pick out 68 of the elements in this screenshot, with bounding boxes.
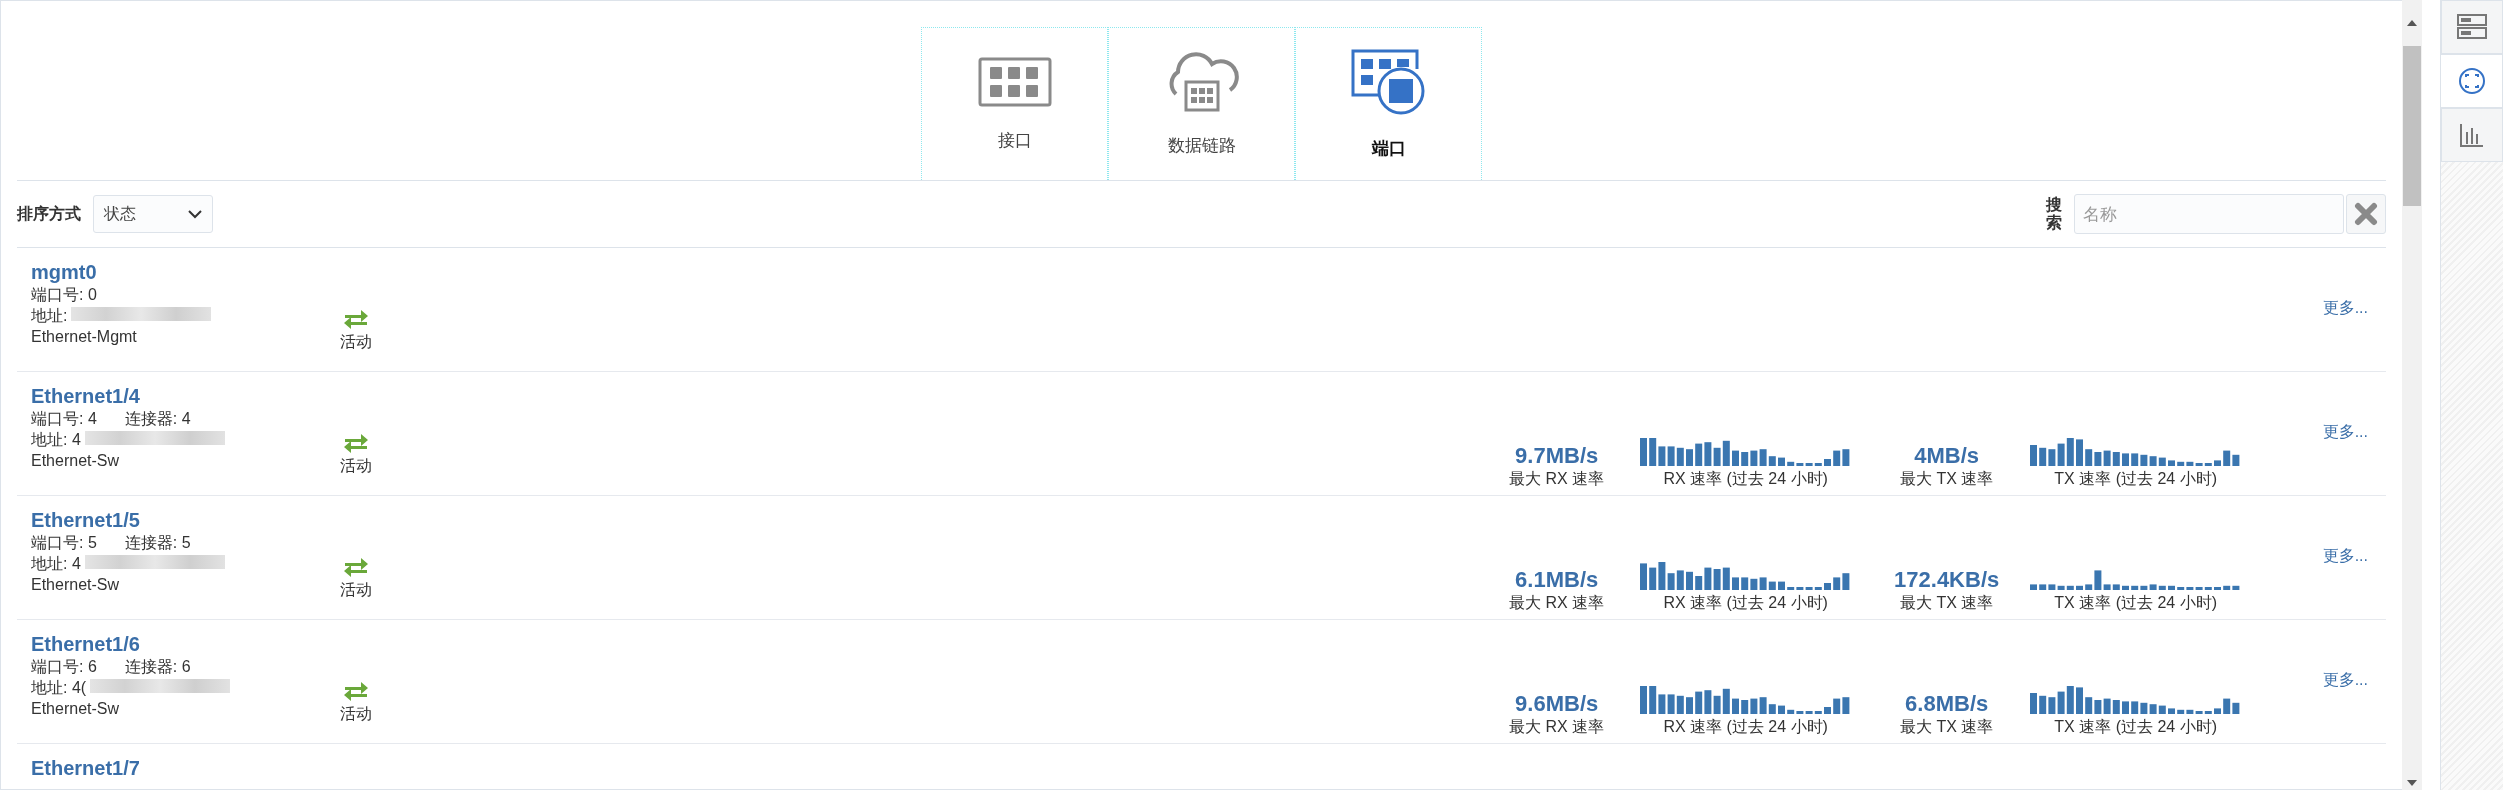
- max-tx-value: 6.8MB/s: [1905, 691, 1989, 717]
- max-tx-label: 最大 TX 速率: [1900, 717, 1994, 737]
- rx-chart-label: RX 速率 (过去 24 小时): [1663, 717, 1828, 737]
- status-text: 活动: [340, 580, 372, 600]
- more-link[interactable]: 更多...: [2322, 546, 2368, 567]
- port-name-link[interactable]: Ethernet1/5: [31, 508, 326, 532]
- rx-chart-label: RX 速率 (过去 24 小时): [1663, 469, 1828, 489]
- server-icon: [2457, 14, 2487, 40]
- grid-icon: [977, 56, 1052, 107]
- max-tx-label: 最大 TX 速率: [1900, 469, 1994, 489]
- address-label: 地址: 4: [31, 553, 225, 574]
- connector-number: 连接器: 4: [124, 409, 191, 429]
- port-type: Ethernet-Sw: [31, 575, 121, 595]
- max-tx-value: 4MB/s: [1914, 443, 1980, 469]
- port-name-link[interactable]: Ethernet1/4: [31, 384, 326, 408]
- sort-select[interactable]: 状态: [93, 195, 213, 233]
- status-text: 活动: [340, 456, 372, 476]
- sort-label: 排序方式: [17, 203, 81, 224]
- scroll-down-icon: [2407, 780, 2417, 786]
- more-link[interactable]: 更多...: [2322, 298, 2368, 319]
- scrollbar-thumb[interactable]: [2403, 46, 2421, 206]
- max-rx-label: 最大 RX 速率: [1509, 469, 1605, 489]
- bar-chart-icon: [2459, 122, 2485, 148]
- status-text: 活动: [340, 332, 372, 352]
- scrollbar[interactable]: [2402, 0, 2422, 790]
- view-tab[interactable]: 接口: [921, 27, 1108, 180]
- status-text: 活动: [340, 704, 372, 724]
- view-tab[interactable]: 端口: [1295, 27, 1482, 180]
- port-type: Ethernet-Mgmt: [31, 327, 138, 347]
- scroll-up-icon: [2407, 20, 2417, 26]
- address-label: 地址: 4: [31, 429, 225, 450]
- max-tx-label: 最大 TX 速率: [1900, 593, 1994, 613]
- connector-number: 连接器: 6: [124, 657, 191, 677]
- chevron-icon: [188, 209, 202, 219]
- port-name-link[interactable]: Ethernet1/6: [31, 632, 326, 656]
- sidebar-tab[interactable]: [2441, 0, 2503, 54]
- tx-chart-label: TX 速率 (过去 24 小时): [2054, 469, 2217, 489]
- max-rx-label: 最大 RX 速率: [1509, 593, 1605, 613]
- tx-chart-label: TX 速率 (过去 24 小时): [2054, 717, 2217, 737]
- close-icon: [2354, 202, 2378, 226]
- port-number: 端口号: 5: [31, 533, 97, 553]
- port-icon: [1350, 48, 1427, 115]
- search-field[interactable]: 名称: [2074, 194, 2344, 234]
- address-label: 地址:: [31, 305, 212, 326]
- connector-number: 连接器: 5: [124, 533, 191, 553]
- max-rx-label: 最大 RX 速率: [1509, 717, 1605, 737]
- port-number: 端口号: 4: [31, 409, 97, 429]
- clear-button[interactable]: [2346, 194, 2386, 234]
- view-tab[interactable]: 数据链路: [1108, 27, 1295, 180]
- port-number: 端口号: 6: [31, 657, 97, 677]
- rx-chart-label: RX 速率 (过去 24 小时): [1663, 593, 1828, 613]
- port-type: Ethernet-Sw: [31, 699, 121, 719]
- more-link[interactable]: 更多...: [2322, 422, 2368, 443]
- max-tx-value: 172.4KB/s: [1894, 567, 2000, 593]
- max-rx-value: 6.1MB/s: [1515, 567, 1599, 593]
- max-rx-value: 9.6MB/s: [1515, 691, 1599, 717]
- port-number: 端口号: 0: [31, 285, 97, 305]
- sidebar-tab[interactable]: [2441, 54, 2503, 108]
- more-link[interactable]: 更多...: [2322, 670, 2368, 691]
- focus-icon: [2457, 67, 2486, 95]
- tx-chart-label: TX 速率 (过去 24 小时): [2054, 593, 2217, 613]
- port-type: Ethernet-Sw: [31, 451, 121, 471]
- max-rx-value: 9.7MB/s: [1515, 443, 1599, 469]
- search-label: 搜索: [2046, 196, 2062, 232]
- sidebar-tab[interactable]: [2441, 108, 2503, 162]
- port-name-link[interactable]: mgmt0: [31, 260, 326, 284]
- port-name-link[interactable]: Ethernet1/7: [31, 756, 326, 780]
- address-label: 地址: 4(: [31, 677, 231, 698]
